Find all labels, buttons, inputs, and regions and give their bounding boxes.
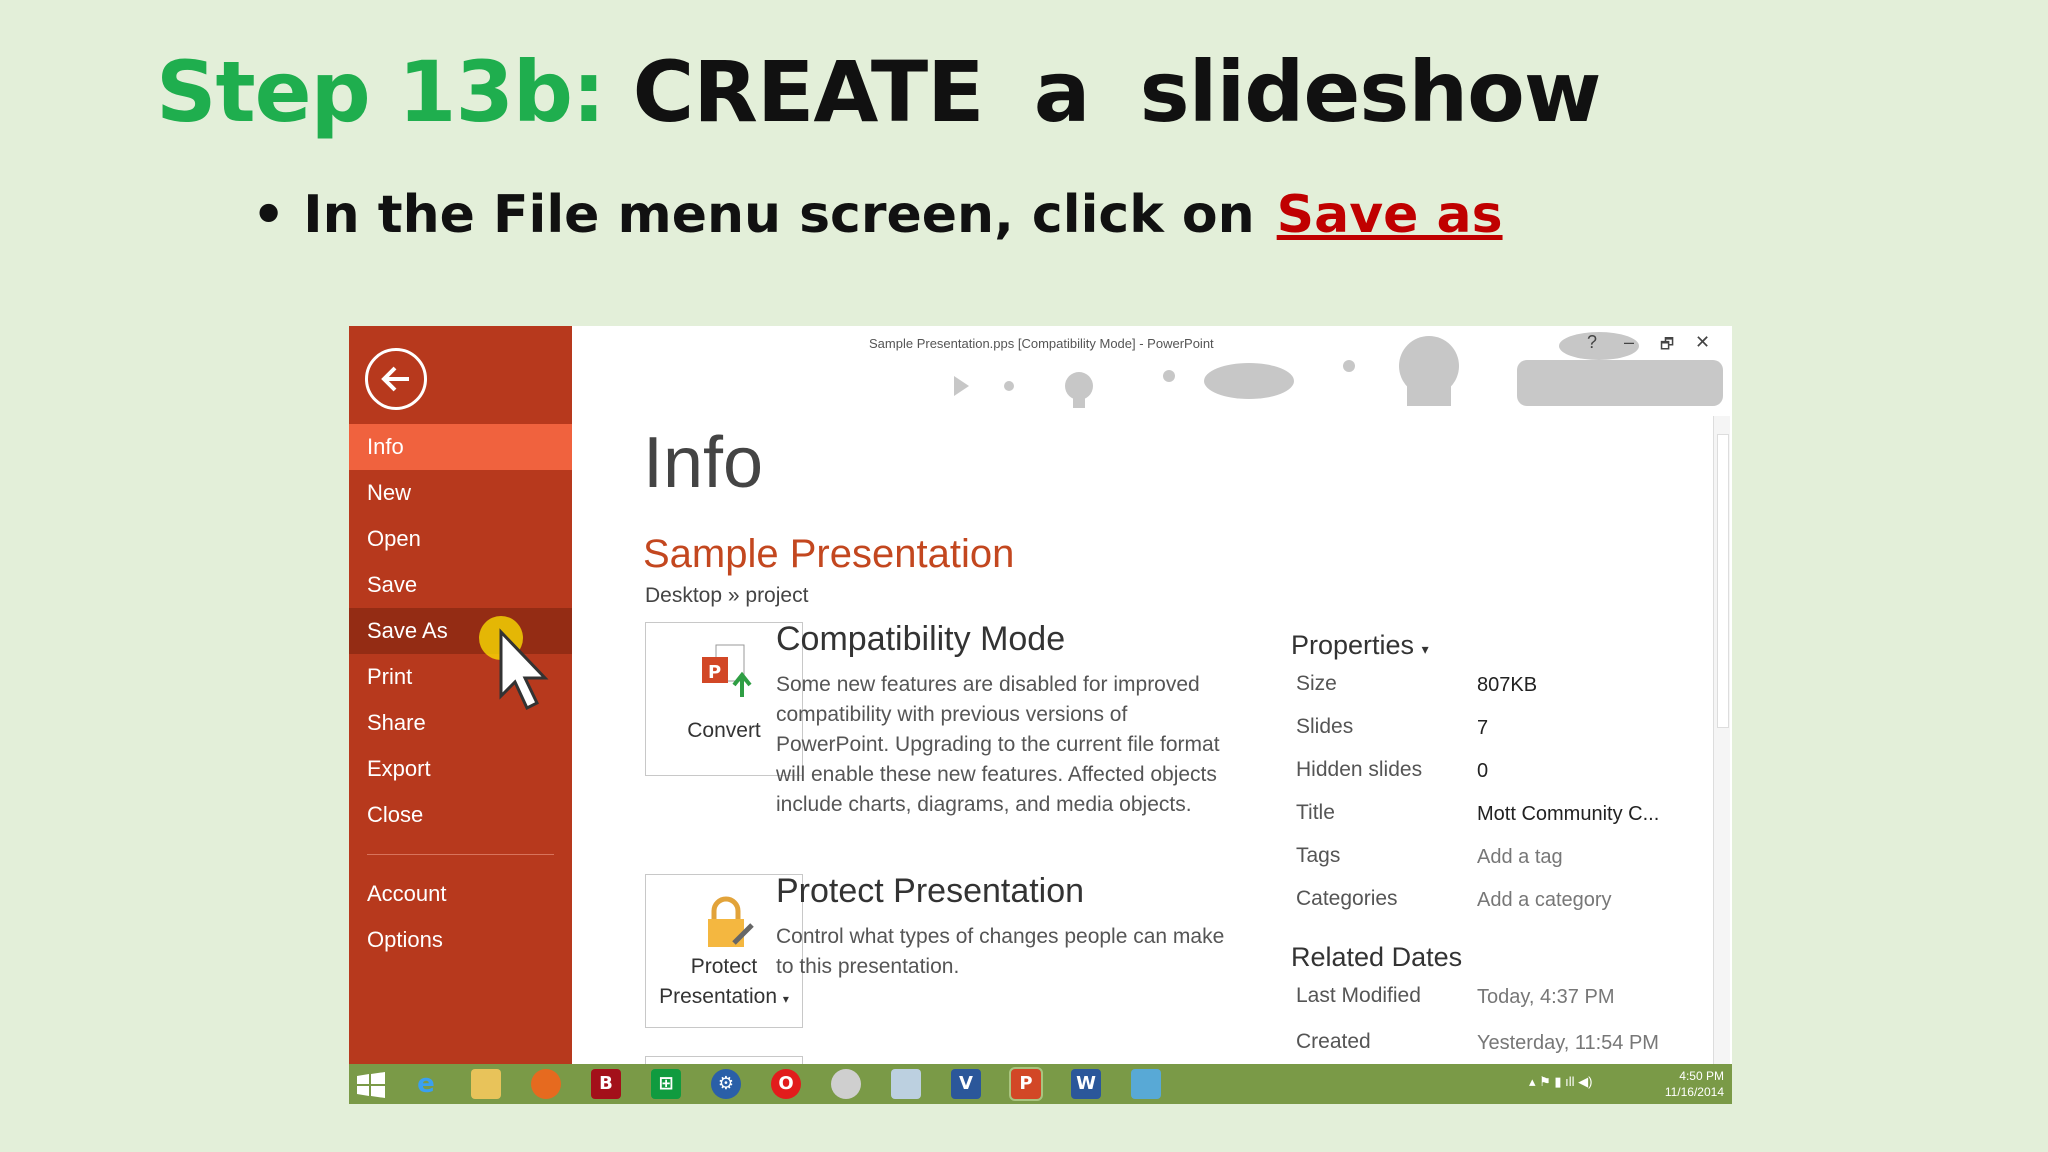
prop-value-hidden-slides: 0: [1477, 760, 1489, 782]
date-label-created: Created: [1296, 1030, 1371, 1053]
remote-desktop-icon[interactable]: [1131, 1069, 1161, 1099]
protect-presentation-title: Protect Presentation: [776, 872, 1085, 910]
properties-heading[interactable]: Properties ▾: [1291, 630, 1429, 661]
prop-value-tags[interactable]: Add a tag: [1477, 846, 1563, 869]
protect-label-line2: Presentation ▾: [659, 985, 789, 1008]
store-icon[interactable]: ⊞: [651, 1069, 681, 1099]
lock-icon: [708, 896, 754, 947]
date-value-last-modified: Today, 4:37 PM: [1477, 986, 1615, 1008]
step-label: Step 13b:: [156, 43, 606, 141]
prop-label-categories: Categories: [1296, 887, 1398, 910]
related-dates-heading: Related Dates: [1291, 942, 1463, 972]
minimize-button[interactable]: –: [1624, 332, 1634, 353]
menu-item-export[interactable]: Export: [349, 746, 572, 792]
bullet-dot: •: [252, 185, 286, 245]
prop-label-hidden-slides: Hidden slides: [1296, 758, 1423, 781]
powerpoint-icon[interactable]: P: [1009, 1067, 1043, 1101]
prop-label-tags: Tags: [1296, 844, 1341, 867]
restore-button[interactable]: 🗗: [1660, 334, 1674, 359]
system-tray[interactable]: ▴ ⚑ ▮ ıll ◀): [1529, 1074, 1593, 1090]
windows-start-icon[interactable]: [357, 1072, 385, 1098]
word-icon[interactable]: W: [1071, 1069, 1101, 1099]
prop-value-slides: 7: [1477, 717, 1489, 739]
menu-item-options[interactable]: Options: [349, 917, 572, 963]
save-as-link[interactable]: Save as: [1277, 185, 1503, 245]
close-button[interactable]: ✕: [1695, 332, 1710, 353]
opera-icon[interactable]: O: [771, 1069, 801, 1099]
bitdefender-icon[interactable]: B: [591, 1069, 621, 1099]
clock-date: 11/16/2014: [1664, 1085, 1724, 1099]
prop-value-title[interactable]: Mott Community C...: [1477, 803, 1659, 826]
back-button[interactable]: [365, 348, 427, 410]
menu-item-save[interactable]: Save: [349, 562, 572, 608]
step-title: CREATE a slideshow: [632, 43, 1602, 141]
back-arrow-icon: [381, 366, 409, 392]
powerpoint-window: Info New Open Save Save As Print Share E…: [349, 326, 1732, 1104]
paint-icon[interactable]: [831, 1069, 861, 1099]
menu-item-close[interactable]: Close: [349, 792, 572, 838]
internet-explorer-icon[interactable]: e: [411, 1069, 441, 1099]
backstage-sidebar: Info New Open Save Save As Print Share E…: [349, 326, 572, 1064]
prop-label-slides: Slides: [1296, 715, 1354, 738]
network-app-icon[interactable]: ⚙: [711, 1069, 741, 1099]
help-button[interactable]: ?: [1587, 332, 1597, 353]
firefox-icon[interactable]: [531, 1069, 561, 1099]
prop-value-size: 807KB: [1477, 674, 1538, 696]
calculator-icon[interactable]: [891, 1069, 921, 1099]
convert-icon: P: [702, 644, 752, 697]
vertical-scrollbar[interactable]: [1713, 416, 1730, 1064]
file-explorer-icon[interactable]: [471, 1069, 501, 1099]
scrollbar-thumb[interactable]: [1717, 434, 1729, 728]
slide-title: Step 13b: CREATE a slideshow: [156, 42, 1602, 142]
taskbar-clock[interactable]: 4:50 PM 11/16/2014: [1665, 1068, 1724, 1100]
instruction-bullet: • In the File menu screen, click on Save a…: [252, 180, 1503, 250]
date-value-created: Yesterday, 11:54 PM: [1477, 1032, 1659, 1054]
clock-time: 4:50 PM: [1679, 1069, 1724, 1083]
window-title: Sample Presentation.pps [Compatibility M…: [869, 336, 1214, 351]
protect-presentation-description: Control what types of changes people can…: [776, 925, 1225, 978]
svg-text:P: P: [708, 662, 721, 683]
presentation-path: Desktop » project: [645, 584, 809, 607]
windows-taskbar: e B ⊞ ⚙ O V P W ▴ ⚑ ▮ ıll ◀) 4:50 PM 11/…: [349, 1064, 1732, 1104]
compatibility-mode-description: Some new features are disabled for impro…: [776, 673, 1220, 816]
date-label-last-modified: Last Modified: [1296, 984, 1421, 1007]
chevron-down-icon: ▾: [782, 992, 789, 1006]
visio-icon[interactable]: V: [951, 1069, 981, 1099]
menu-item-new[interactable]: New: [349, 470, 572, 516]
chevron-down-icon: ▾: [1421, 641, 1429, 657]
menu-divider: [367, 854, 554, 855]
menu-item-open[interactable]: Open: [349, 516, 572, 562]
menu-item-account[interactable]: Account: [349, 871, 572, 917]
compatibility-mode-title: Compatibility Mode: [776, 620, 1066, 658]
mouse-cursor-icon: [479, 616, 549, 711]
prop-label-title: Title: [1296, 801, 1335, 824]
prop-value-categories[interactable]: Add a category: [1477, 889, 1612, 912]
presentation-name: Sample Presentation: [643, 532, 1015, 576]
prop-label-size: Size: [1296, 672, 1337, 695]
account-area[interactable]: [1517, 360, 1723, 406]
page-title: Info: [643, 423, 764, 503]
instruction-text: In the File menu screen, click on: [303, 185, 1255, 245]
menu-item-info[interactable]: Info: [349, 424, 572, 470]
